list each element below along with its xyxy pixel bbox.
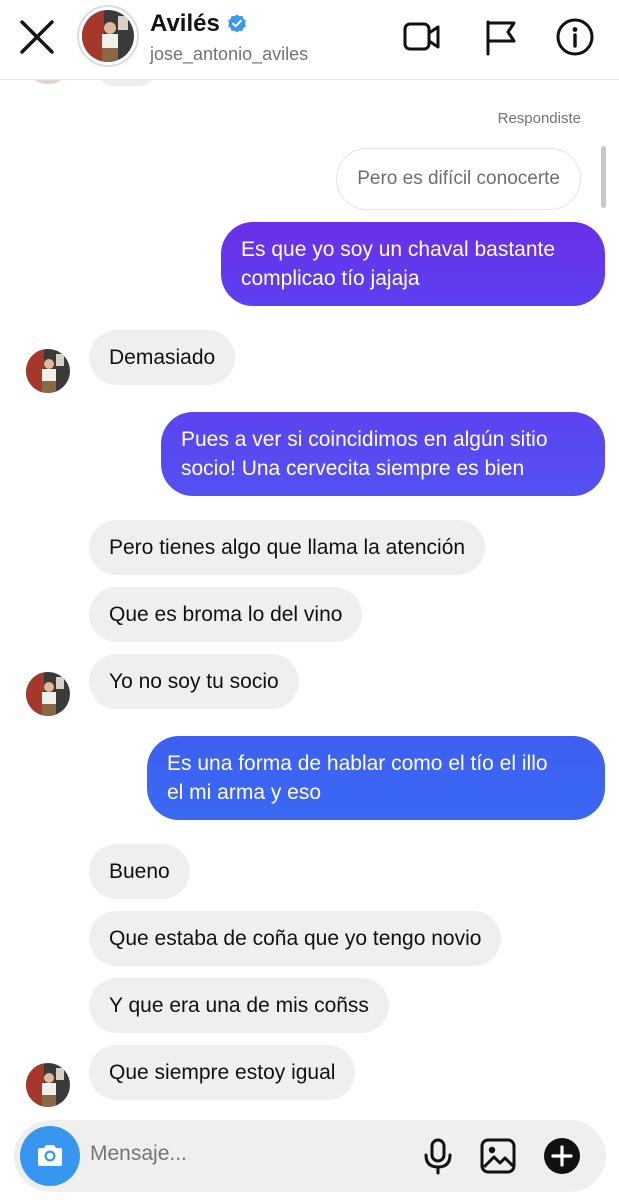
sender-avatar[interactable] <box>26 1063 70 1107</box>
message-line: Yo no soy tu socio <box>109 670 279 693</box>
message-line: Que estaba de coña que yo tengo novio <box>109 927 482 950</box>
avatar-image <box>82 10 134 62</box>
verified-badge-icon <box>227 14 246 33</box>
message-bubble-outgoing[interactable]: Es una forma de hablar como el tío el il… <box>147 736 605 820</box>
avatar <box>28 80 68 84</box>
profile-name-text: Avilés <box>150 10 220 37</box>
message-bubble-outgoing[interactable]: Es que yo soy un chaval bastante complic… <box>221 222 605 306</box>
video-call-button[interactable] <box>400 16 442 58</box>
message-bubble-incoming[interactable]: Bueno <box>89 844 190 899</box>
message-line: el mi arma y eso <box>167 781 322 804</box>
flag-icon <box>486 20 516 56</box>
message-bubble-incoming[interactable]: Pero tienes algo que llama la atención <box>89 520 486 575</box>
report-button[interactable] <box>480 16 522 58</box>
message-bubble-incoming[interactable]: Y que era una de mis coñss <box>89 978 389 1033</box>
close-icon <box>20 20 54 54</box>
message-line: Y que era una de mis coñss <box>109 994 369 1017</box>
message-bubble-incoming[interactable]: Que es broma lo del vino <box>89 587 363 642</box>
voice-message-button[interactable] <box>418 1136 458 1176</box>
reply-preview-bubble[interactable]: Pero es difícil conocerte <box>336 148 581 210</box>
message-line: Que siempre estoy igual <box>109 1061 336 1084</box>
close-button[interactable] <box>18 18 58 58</box>
message-line: socio! Una cervecita siempre es bien <box>181 457 525 480</box>
message-line: complicao tío jajaja <box>241 267 420 290</box>
reply-status: Respondiste <box>497 110 581 127</box>
message-bubble-outgoing[interactable]: Pues a ver si coincidimos en algún sitio… <box>161 412 605 496</box>
message-bubble-incoming[interactable]: Yo no soy tu socio <box>89 654 299 709</box>
message-bubble <box>98 80 154 86</box>
scrollbar[interactable] <box>601 146 606 208</box>
reply-preview-text: Pero es difícil conocerte <box>357 168 560 189</box>
message-thread[interactable]: Respondiste Pero es difícil conocerte Es… <box>0 80 619 1110</box>
add-icon <box>544 1138 580 1174</box>
chat-header: Avilés jose_antonio_aviles <box>0 0 619 80</box>
message-line: Pero tienes algo que llama la atención <box>109 536 466 559</box>
message-line: Demasiado <box>109 346 216 369</box>
message-bubble-incoming[interactable]: Demasiado <box>89 330 236 385</box>
gallery-icon <box>480 1138 516 1174</box>
message-bubble-incoming[interactable]: Que siempre estoy igual <box>89 1045 356 1100</box>
info-icon <box>556 18 594 56</box>
camera-button[interactable] <box>20 1126 80 1186</box>
gallery-button[interactable] <box>478 1136 518 1176</box>
sender-avatar[interactable] <box>26 349 70 393</box>
message-bubble-incoming[interactable]: Que estaba de coña que yo tengo novio <box>89 911 502 966</box>
message-line: Pues a ver si coincidimos en algún sitio <box>181 428 548 451</box>
sender-avatar[interactable] <box>26 672 70 716</box>
video-call-icon <box>403 22 440 51</box>
message-composer <box>14 1120 606 1192</box>
profile-name[interactable]: Avilés <box>150 10 248 38</box>
message-line: Que es broma lo del vino <box>109 603 343 626</box>
profile-username[interactable]: jose_antonio_aviles <box>150 44 308 65</box>
camera-icon <box>38 1145 62 1166</box>
message-line: Es que yo soy un chaval bastante <box>241 238 556 261</box>
message-line: Es una forma de hablar como el tío el il… <box>167 752 548 775</box>
info-button[interactable] <box>554 16 596 58</box>
message-input[interactable] <box>90 1142 390 1166</box>
message-line: Bueno <box>109 860 170 883</box>
add-button[interactable] <box>542 1136 582 1176</box>
profile-avatar[interactable] <box>77 5 139 67</box>
microphone-icon <box>424 1138 452 1175</box>
